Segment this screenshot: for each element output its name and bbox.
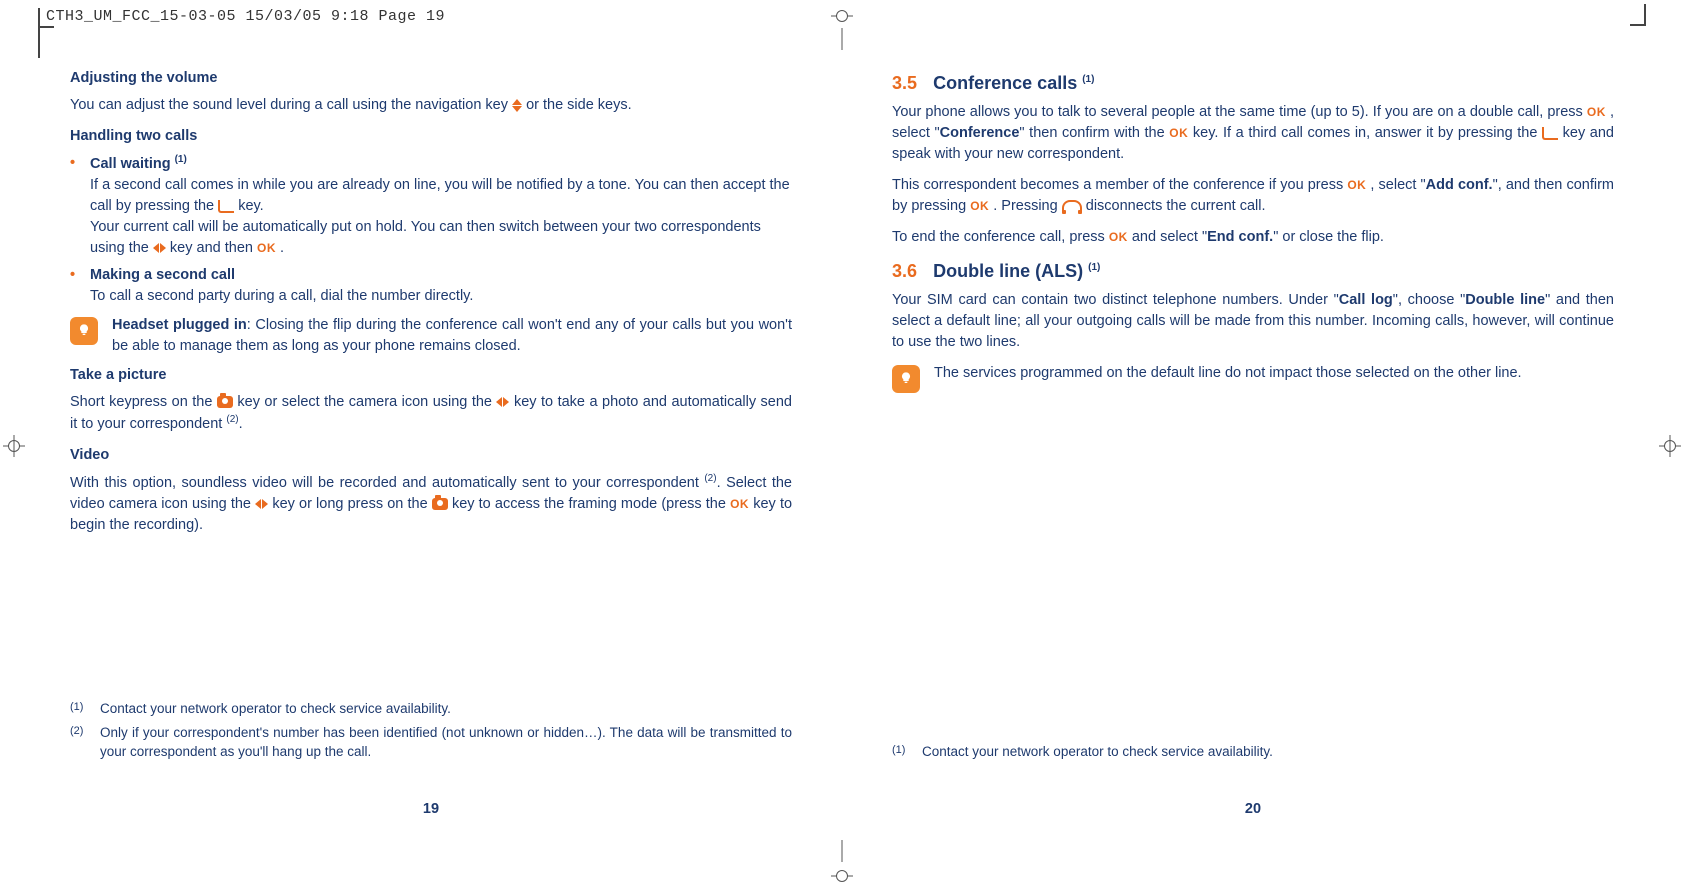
tip-text: Headset plugged in: Closing the flip dur…	[112, 315, 792, 357]
crop-mark-top-right	[1626, 4, 1646, 24]
left-softkey-icon	[1542, 127, 1558, 140]
tip-double-line: The services programmed on the default l…	[892, 363, 1614, 393]
footnote-text: Contact your network operator to check s…	[922, 742, 1614, 762]
footnote-1: (1) Contact your network operator to che…	[70, 699, 792, 719]
nav-up-down-icon	[512, 99, 522, 112]
page-19: Adjusting the volume You can adjust the …	[70, 60, 792, 772]
text: or the side keys.	[526, 97, 632, 113]
page-20: 3.5 Conference calls (1) Your phone allo…	[892, 60, 1614, 772]
camera-icon	[432, 498, 448, 510]
footnote-marker: (2)	[70, 724, 88, 763]
para-double-line: Your SIM card can contain two distinct t…	[892, 290, 1614, 353]
para-conference-2: This correspondent becomes a member of t…	[892, 175, 1614, 217]
registration-mark-bottom	[830, 864, 854, 888]
page-number-right: 20	[1245, 799, 1261, 820]
section-3-5-heading: 3.5 Conference calls (1)	[892, 70, 1614, 96]
text: You can adjust the sound level during a …	[70, 97, 512, 113]
pdf-header: CTH3_UM_FCC_15-03-05 15/03/05 9:18 Page …	[46, 8, 445, 25]
subhead-call-waiting: Call waiting (1)	[90, 156, 187, 172]
footnote-marker: (1)	[70, 700, 88, 720]
registration-mark-top	[830, 4, 854, 28]
heading-adjust-volume: Adjusting the volume	[70, 68, 792, 89]
para-conference-3: To end the conference call, press OK and…	[892, 227, 1614, 248]
left-right-nav-icon	[496, 397, 509, 407]
footnote-text: Contact your network operator to check s…	[100, 699, 792, 719]
left-right-nav-icon	[255, 499, 268, 509]
ok-key-icon: OK	[1347, 178, 1366, 192]
bullet-dot-icon: •	[70, 153, 80, 259]
tip-text: The services programmed on the default l…	[934, 363, 1614, 384]
ok-key-icon: OK	[970, 199, 989, 213]
ok-key-icon: OK	[1587, 105, 1606, 119]
ok-key-icon: OK	[1169, 126, 1188, 140]
bullet-second-call: • Making a second call To call a second …	[70, 265, 792, 307]
section-3-6-heading: 3.6 Double line (ALS) (1)	[892, 258, 1614, 284]
registration-mark-right	[1658, 434, 1682, 458]
heading-handling-two-calls: Handling two calls	[70, 126, 792, 147]
page-spread: Adjusting the volume You can adjust the …	[70, 60, 1614, 772]
left-right-nav-icon	[153, 243, 166, 253]
para-take-picture: Short keypress on the key or select the …	[70, 392, 792, 435]
text: If a second call comes in while you are …	[90, 177, 790, 214]
para-video: With this option, soundless video will b…	[70, 472, 792, 536]
text: .	[280, 240, 284, 256]
tip-headset: Headset plugged in: Closing the flip dur…	[70, 315, 792, 357]
tip-lightbulb-icon	[70, 317, 98, 345]
para-conference-1: Your phone allows you to talk to several…	[892, 102, 1614, 165]
para-adjust-volume: You can adjust the sound level during a …	[70, 95, 792, 116]
heading-take-picture: Take a picture	[70, 365, 792, 386]
footnote-text: Only if your correspondent's number has …	[100, 723, 792, 762]
footnotes-right: (1) Contact your network operator to che…	[892, 738, 1614, 762]
hangup-icon	[1062, 200, 1082, 212]
ok-key-icon: OK	[1109, 230, 1128, 244]
camera-icon	[217, 396, 233, 408]
page-number-left: 19	[423, 799, 439, 820]
crop-mark-top-left	[38, 0, 58, 20]
left-softkey-icon	[218, 200, 234, 213]
heading-video: Video	[70, 445, 792, 466]
text: key.	[238, 198, 264, 214]
subhead-second-call: Making a second call	[90, 267, 235, 283]
text: key and then	[170, 240, 257, 256]
tip-lightbulb-icon	[892, 365, 920, 393]
footnote-2: (2) Only if your correspondent's number …	[70, 723, 792, 762]
footnote-1: (1) Contact your network operator to che…	[892, 742, 1614, 762]
bullet-dot-icon: •	[70, 265, 80, 307]
bullet-call-waiting: • Call waiting (1) If a second call come…	[70, 153, 792, 259]
footnote-marker: (1)	[892, 743, 910, 763]
registration-mark-left	[2, 434, 26, 458]
ok-key-icon: OK	[257, 241, 276, 255]
text: To call a second party during a call, di…	[90, 288, 473, 304]
ok-key-icon: OK	[730, 497, 749, 511]
footnotes-left: (1) Contact your network operator to che…	[70, 695, 792, 762]
